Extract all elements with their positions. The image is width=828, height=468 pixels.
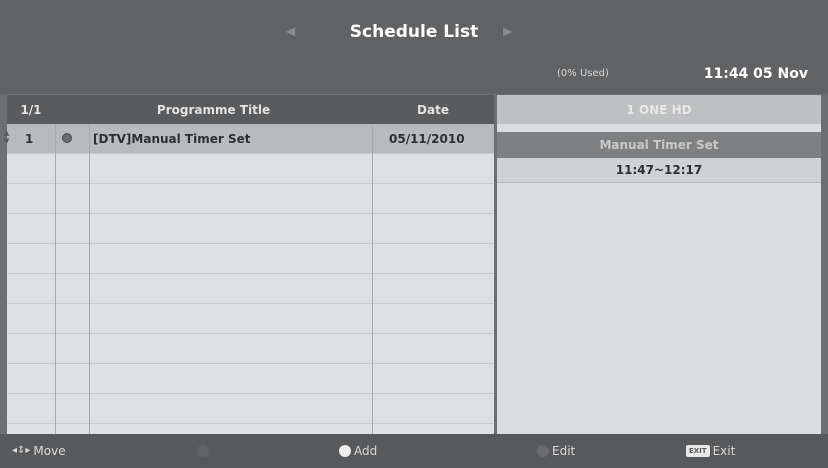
- exit-label: Exit: [712, 444, 736, 458]
- table-row-empty: [7, 334, 494, 364]
- edit-button[interactable]: Edit: [537, 434, 575, 468]
- schedule-table: ▲ ▼ 1 [DTV]Manual Timer Set 05/11/2010: [4, 124, 494, 434]
- table-row-empty: [7, 364, 494, 394]
- table-row-empty: [7, 214, 494, 244]
- move-hint[interactable]: ◂⇕▸ Move: [12, 434, 66, 468]
- event-title: Manual Timer Set: [497, 132, 821, 158]
- table-row-empty: [7, 304, 494, 334]
- color-key-icon: [537, 445, 549, 457]
- column-divider: [89, 124, 90, 434]
- row-date: 05/11/2010: [389, 132, 465, 146]
- edit-label: Edit: [552, 444, 576, 458]
- table-row-empty: [7, 244, 494, 274]
- page-indicator: 1/1: [7, 95, 55, 124]
- column-header-date: Date: [372, 95, 494, 124]
- column-divider: [372, 124, 373, 434]
- title-bar: ◀ Schedule List ▶ (0% Used) 11:44 05 Nov: [0, 0, 828, 94]
- exit-button[interactable]: EXIT Exit: [686, 434, 735, 468]
- event-time: 11:47~12:17: [497, 158, 821, 183]
- footer-bar: ◂⇕▸ Move Add Edit EXIT Exit: [0, 434, 828, 468]
- usage-indicator: (0% Used): [557, 68, 609, 79]
- table-row-empty: [7, 274, 494, 304]
- column-divider: [55, 124, 56, 434]
- table-row[interactable]: ▲ ▼ 1 [DTV]Manual Timer Set 05/11/2010: [4, 124, 494, 154]
- row-title: [DTV]Manual Timer Set: [93, 132, 251, 146]
- detail-panel: Manual Timer Set 11:47~12:17: [497, 124, 821, 434]
- color-key-icon: [197, 445, 209, 457]
- timer-icon: [62, 133, 72, 143]
- scroll-arrows-icon: ▲ ▼: [4, 129, 10, 145]
- exit-key-icon: EXIT: [686, 445, 710, 457]
- page-title: Schedule List: [349, 22, 479, 42]
- arrow-right-icon[interactable]: ▶: [503, 24, 512, 38]
- table-row-empty: [7, 394, 494, 424]
- channel-name: 1 ONE HD: [497, 95, 821, 124]
- add-label: Add: [354, 444, 378, 458]
- clock: 11:44 05 Nov: [703, 66, 808, 82]
- dpad-icon: ◂⇕▸: [12, 445, 31, 456]
- table-row-empty: [7, 184, 494, 214]
- disabled-key: [197, 434, 209, 468]
- table-row-empty: [7, 154, 494, 184]
- add-button[interactable]: Add: [339, 434, 377, 468]
- row-index: 1: [25, 132, 34, 146]
- move-label: Move: [33, 444, 66, 458]
- white-key-icon: [339, 445, 351, 457]
- column-header-title: Programme Title: [55, 95, 372, 124]
